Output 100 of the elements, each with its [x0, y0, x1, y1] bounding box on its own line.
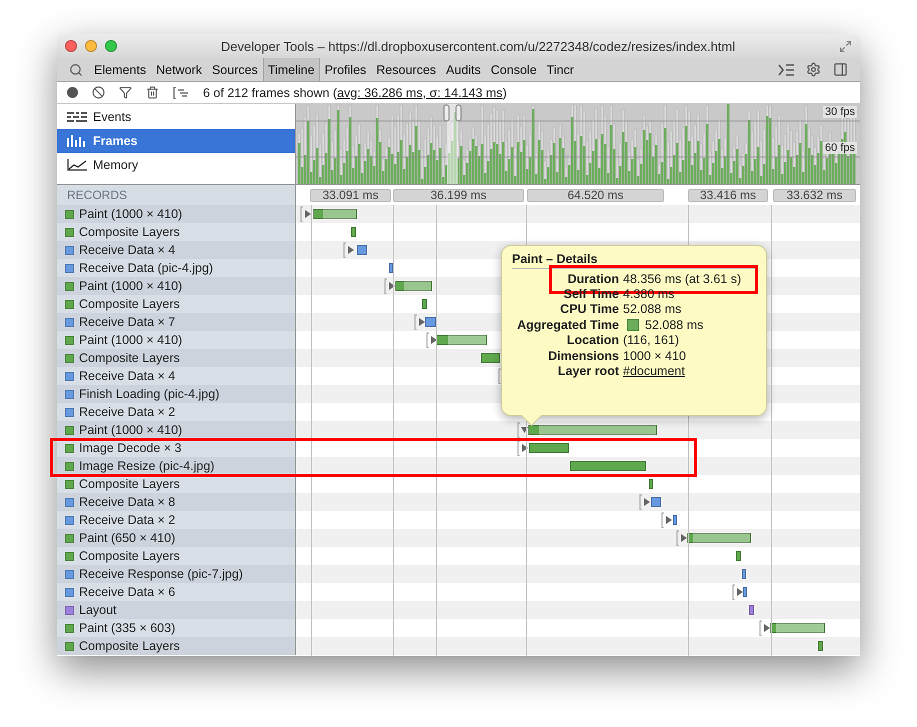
search-icon[interactable] [69, 62, 83, 76]
record-label[interactable]: Composite Layers [79, 351, 180, 365]
panel-tab[interactable]: Network [151, 58, 207, 81]
frame-duration: 64.520 ms [527, 189, 664, 202]
record-label[interactable]: Receive Response (pic-7.jpg) [79, 567, 243, 581]
record-row[interactable]: Receive Data × 8 [57, 493, 296, 511]
record-row[interactable]: Image Resize (pic-4.jpg) [57, 457, 296, 475]
record-row[interactable]: Paint (1000 × 410) [57, 331, 296, 349]
record-label[interactable]: Composite Layers [79, 297, 180, 311]
collapsed-toggle-icon[interactable] [517, 440, 529, 456]
detail-value: 52.088 ms [623, 302, 682, 316]
collapsed-toggle-icon[interactable] [676, 530, 688, 546]
window-title: Developer Tools – https://dl.dropboxusercontent.com/u/2272348/codez/resizes/index.html [220, 38, 736, 54]
tooltip-title: Paint – Details [512, 252, 756, 269]
record-label[interactable]: Receive Data (pic-4.jpg) [79, 261, 214, 275]
record-label[interactable]: Receive Data × 6 [79, 585, 176, 599]
trash-icon[interactable] [146, 86, 159, 99]
panel-tab[interactable]: Elements [89, 58, 152, 81]
filter-icon[interactable] [119, 86, 132, 99]
record-label[interactable]: Receive Data × 4 [79, 369, 176, 383]
record-label[interactable]: Paint (1000 × 410) [79, 423, 182, 437]
fullscreen-icon[interactable] [839, 40, 852, 52]
tree-icon[interactable] [173, 86, 189, 98]
collapsed-toggle-icon[interactable] [661, 512, 673, 528]
record-bar [357, 245, 367, 255]
record-row[interactable]: Finish Loading (pic-4.jpg) [57, 385, 296, 403]
mode-item[interactable]: Frames [57, 129, 295, 153]
record-icon[interactable] [67, 87, 78, 98]
record-label[interactable]: Paint (650 × 410) [79, 531, 176, 545]
settings-icon[interactable] [806, 62, 821, 77]
expanded-toggle-icon[interactable] [517, 422, 529, 438]
record-row[interactable]: Paint (1000 × 410) [57, 277, 296, 295]
record-bar [651, 497, 661, 507]
record-bar [313, 209, 357, 219]
record-bar [529, 443, 569, 453]
record-label[interactable]: Composite Layers [79, 225, 180, 239]
clear-icon[interactable] [92, 86, 105, 99]
record-label[interactable]: Receive Data × 4 [79, 243, 176, 257]
record-row[interactable]: Receive Data × 4 [57, 241, 296, 259]
record-bar [742, 569, 746, 579]
record-label[interactable]: Paint (1000 × 410) [79, 279, 182, 293]
record-label[interactable]: Receive Data × 2 [79, 513, 176, 527]
record-label[interactable]: Composite Layers [79, 549, 180, 563]
panel-tab[interactable]: Resources [371, 58, 442, 81]
record-label[interactable]: Receive Data × 7 [79, 315, 176, 329]
average-link[interactable]: avg: 36.286 ms, σ: 14.143 ms [337, 86, 503, 100]
record-row[interactable]: Paint (1000 × 410) [57, 205, 296, 223]
record-row[interactable]: Paint (650 × 410) [57, 529, 296, 547]
panel-tab[interactable]: Sources [206, 58, 263, 81]
record-row[interactable]: Receive Data × 7 [57, 313, 296, 331]
record-bar [436, 335, 487, 345]
record-row[interactable]: Receive Data × 2 [57, 403, 296, 421]
panel-tab[interactable]: Tincr [542, 58, 579, 81]
record-label[interactable]: Paint (1000 × 410) [79, 207, 182, 221]
record-bar [351, 227, 356, 237]
record-bar [673, 515, 677, 525]
record-label[interactable]: Image Decode × 3 [79, 441, 182, 455]
record-label[interactable]: Paint (1000 × 410) [79, 333, 182, 347]
collapsed-toggle-icon[interactable] [384, 278, 396, 294]
panel-tab[interactable]: Audits [441, 58, 486, 81]
record-row[interactable]: Composite Layers [57, 223, 296, 241]
panel-tab[interactable]: Timeline [262, 58, 320, 81]
panel-tab[interactable]: Console [486, 58, 542, 81]
record-label[interactable]: Composite Layers [79, 639, 180, 653]
record-row[interactable]: Composite Layers [57, 295, 296, 313]
record-label[interactable]: Finish Loading (pic-4.jpg) [79, 387, 220, 401]
record-row[interactable]: Receive Data × 4 [57, 367, 296, 385]
collapsed-toggle-icon[interactable] [343, 242, 355, 258]
detail-label: Duration [566, 272, 619, 286]
record-row[interactable]: Composite Layers [57, 349, 296, 367]
frame-duration: 33.416 ms [688, 189, 768, 202]
record-label[interactable]: Receive Data × 8 [79, 495, 176, 509]
record-bar [389, 263, 393, 273]
collapsed-toggle-icon[interactable] [732, 584, 744, 600]
collapsed-toggle-icon[interactable] [300, 206, 312, 222]
record-row[interactable]: Paint (1000 × 410) [57, 421, 296, 439]
close-button[interactable] [65, 40, 77, 52]
record-row[interactable]: Receive Response (pic-7.jpg) [57, 565, 296, 583]
record-label[interactable]: Receive Data × 2 [79, 405, 176, 419]
zoom-button[interactable] [105, 40, 117, 52]
detail-value: 1000 × 410 [623, 348, 686, 363]
record-label[interactable]: Image Resize (pic-4.jpg) [79, 459, 214, 473]
record-row[interactable]: Receive Data × 6 [57, 583, 296, 601]
record-label[interactable]: Layout [79, 603, 117, 617]
record-row[interactable]: Receive Data (pic-4.jpg) [57, 259, 296, 277]
collapsed-toggle-icon[interactable] [414, 314, 426, 330]
collapsed-toggle-icon[interactable] [639, 494, 651, 510]
collapsed-toggle-icon[interactable] [426, 332, 438, 348]
collapsed-toggle-icon[interactable] [759, 620, 771, 636]
panel-tab[interactable]: Profiles [320, 58, 372, 81]
record-row[interactable]: Receive Data × 2 [57, 511, 296, 529]
console-drawer-icon[interactable] [778, 64, 794, 76]
dock-icon[interactable] [833, 62, 848, 77]
record-row[interactable]: Composite Layers [57, 637, 296, 655]
record-row[interactable]: Composite Layers [57, 547, 296, 565]
record-row[interactable]: Layout [57, 601, 296, 619]
record-row[interactable]: Paint (335 × 603) [57, 619, 296, 637]
layer-root-link[interactable]: #document [623, 364, 685, 378]
record-label[interactable]: Composite Layers [79, 477, 180, 491]
record-label[interactable]: Paint (335 × 603) [79, 621, 176, 635]
